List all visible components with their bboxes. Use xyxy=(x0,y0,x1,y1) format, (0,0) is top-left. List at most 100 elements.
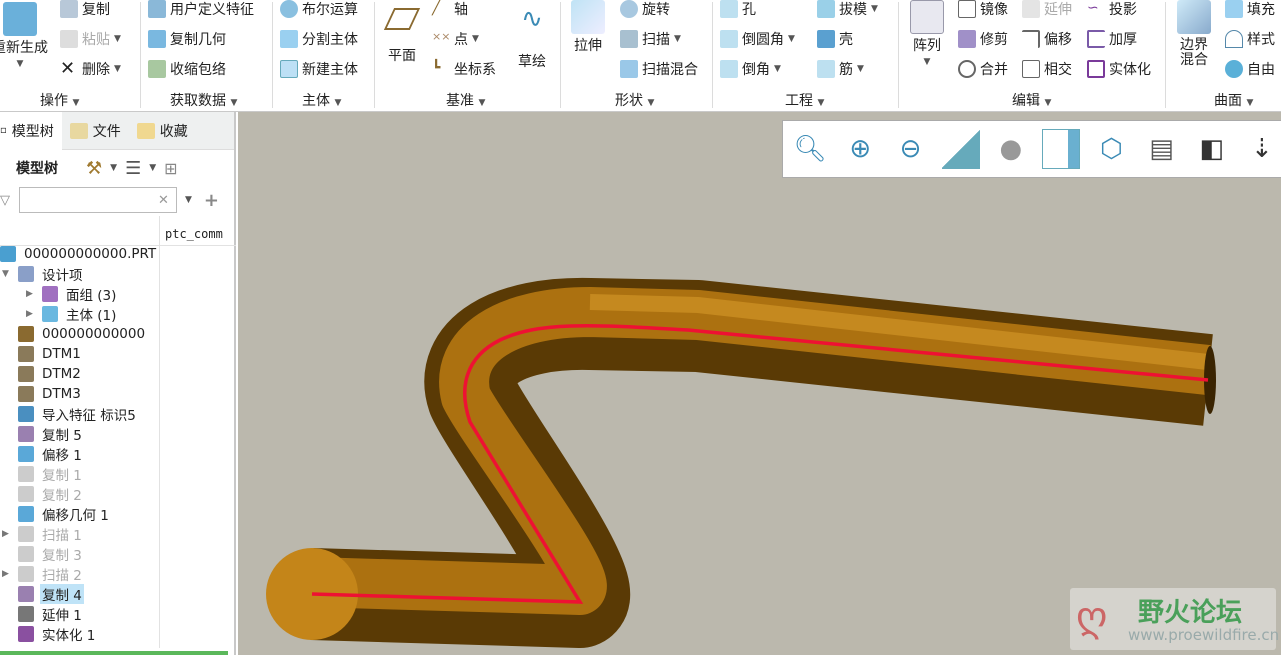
show-list-icon[interactable]: ☰ xyxy=(125,158,141,179)
revolve-button[interactable]: 旋转 xyxy=(620,0,670,20)
zoom-in-icon[interactable]: ⊕ xyxy=(841,129,879,169)
tree-item[interactable]: ▶ 扫描 1 xyxy=(0,524,160,544)
tree-item[interactable]: 复制 4 xyxy=(0,584,160,604)
hole-button[interactable]: 孔 xyxy=(720,0,756,20)
tree-item[interactable]: 复制 1 xyxy=(0,464,160,484)
repaint-icon[interactable] xyxy=(941,129,980,169)
axis-button[interactable]: ╱ 轴 xyxy=(432,0,468,20)
shrinkwrap-button[interactable]: 收缩包络 xyxy=(148,58,226,80)
settings-dropdown[interactable]: ▼ xyxy=(110,163,117,173)
draft-button[interactable]: 拔模 ▼ xyxy=(817,0,878,20)
refit-icon[interactable]: 🔍︎ xyxy=(791,129,829,169)
point-button[interactable]: ×× 点 ▼ xyxy=(432,28,479,50)
group-engineering[interactable]: 工程 ▼ xyxy=(785,90,824,110)
copy-icon xyxy=(18,426,34,442)
copy-geometry-button[interactable]: 复制几何 xyxy=(148,28,226,50)
tree-item[interactable]: ▼ 设计项 xyxy=(0,264,160,284)
shell-button[interactable]: 壳 xyxy=(817,28,853,50)
group-edit[interactable]: 编辑 ▼ xyxy=(1012,90,1051,110)
column-header[interactable]: ptc_comm xyxy=(0,224,236,246)
pattern-button[interactable]: 阵列 ▼ xyxy=(906,0,948,70)
settings-tools-icon[interactable]: ⚒ xyxy=(86,158,102,179)
csys-icon: ┗ xyxy=(432,60,441,76)
group-surface[interactable]: 曲面 ▼ xyxy=(1214,90,1253,110)
style-button[interactable]: 样式 xyxy=(1225,28,1275,50)
tree-item[interactable]: 实体化 1 xyxy=(0,624,160,644)
solidify-button[interactable]: 实体化 xyxy=(1087,58,1151,80)
group-ops[interactable]: 操作 ▼ xyxy=(40,90,79,110)
filter-dropdown[interactable]: ▼ xyxy=(185,195,192,205)
offset-button[interactable]: 偏移 xyxy=(1022,28,1072,50)
sweep-button[interactable]: 扫描 ▼ xyxy=(620,28,681,50)
udf-button[interactable]: 用户定义特征 xyxy=(148,0,254,20)
show-dropdown[interactable]: ▼ xyxy=(149,163,156,173)
csys-button[interactable]: ┗ 坐标系 xyxy=(432,58,496,80)
chamfer-button[interactable]: 倒角 ▼ xyxy=(720,58,781,80)
mirror-button[interactable]: 镜像 xyxy=(958,0,1008,20)
swept-blend-button[interactable]: 扫描混合 xyxy=(620,58,698,80)
fill-button[interactable]: 填充 xyxy=(1225,0,1275,20)
tab-model-tree[interactable]: ▫ 模型树 xyxy=(0,111,62,150)
trim-button[interactable]: 修剪 xyxy=(958,28,1008,50)
extrude-button[interactable]: 拉伸 xyxy=(568,0,608,54)
rib-button[interactable]: 筋 ▼ xyxy=(817,58,864,80)
perspective-icon[interactable]: ◧ xyxy=(1193,129,1231,169)
point-icon: ×× xyxy=(432,30,451,43)
group-getdata[interactable]: 获取数据 ▼ xyxy=(170,90,237,110)
favorites-icon xyxy=(136,122,155,139)
new-body-button[interactable]: 新建主体 xyxy=(280,58,358,80)
expand-toggle[interactable]: ▶ xyxy=(26,309,33,319)
filter-input[interactable] xyxy=(19,187,177,213)
tree-item[interactable]: 复制 3 xyxy=(0,544,160,564)
freestyle-button[interactable]: 自由 xyxy=(1225,58,1275,80)
expand-toggle[interactable]: ▶ xyxy=(2,569,9,579)
zoom-out-icon[interactable]: ⊖ xyxy=(891,129,929,169)
clear-icon[interactable]: ✕ xyxy=(158,193,169,208)
expand-toggle[interactable]: ▶ xyxy=(2,529,9,539)
boundary-blend-button[interactable]: 边界 混合 xyxy=(1172,0,1216,68)
plane-button[interactable]: 平面 xyxy=(381,2,423,64)
tree-item[interactable]: DTM3 xyxy=(0,384,160,404)
round-button[interactable]: 倒圆角 ▼ xyxy=(720,28,795,50)
view-manager-icon[interactable]: ⬡ xyxy=(1092,129,1130,169)
appearance-gallery-icon[interactable]: ▤ xyxy=(1142,129,1180,169)
expand-toggle[interactable]: ▶ xyxy=(26,289,33,299)
tree-item[interactable]: 导入特征 标识5 xyxy=(0,404,160,424)
tree-item[interactable]: 复制 2 xyxy=(0,484,160,504)
tab-files[interactable]: 文件 xyxy=(62,112,129,150)
tree-item[interactable]: ▶ 主体 (1) xyxy=(0,304,160,324)
tree-item[interactable]: ▶ 面组 (3) xyxy=(0,284,160,304)
copy-button[interactable]: 复制 xyxy=(60,0,110,20)
intersect-button[interactable]: 相交 xyxy=(1022,58,1072,80)
tree-item[interactable]: ▶ 扫描 2 xyxy=(0,564,160,584)
hide-columns-icon[interactable]: ⊞ xyxy=(164,159,177,178)
tree-item[interactable]: 000000000000 xyxy=(0,324,160,344)
group-datum[interactable]: 基准 ▼ xyxy=(446,90,485,110)
tree-item[interactable]: 复制 5 xyxy=(0,424,160,444)
tree-item[interactable]: 000000000000.PRT xyxy=(0,244,160,264)
regenerate-button[interactable]: 重新生成▼ xyxy=(0,2,48,72)
saved-orientations-icon[interactable] xyxy=(1041,129,1081,169)
sketch-button[interactable]: ∿ 草绘 xyxy=(512,2,552,70)
display-style-icon[interactable]: ● xyxy=(992,129,1030,169)
tree-item[interactable]: 偏移几何 1 xyxy=(0,504,160,524)
tab-favorites[interactable]: 收藏 xyxy=(129,112,196,150)
delete-button[interactable]: ✕ 删除 ▼ xyxy=(60,58,121,80)
group-body[interactable]: 主体 ▼ xyxy=(302,90,341,110)
paste-button[interactable]: 粘贴 ▼ xyxy=(60,28,121,50)
boolean-button[interactable]: 布尔运算 xyxy=(280,0,358,20)
tree-item[interactable]: DTM2 xyxy=(0,364,160,384)
thicken-button[interactable]: 加厚 xyxy=(1087,28,1137,50)
tree-item[interactable]: 偏移 1 xyxy=(0,444,160,464)
tree-item[interactable]: DTM1 xyxy=(0,344,160,364)
group-shape[interactable]: 形状 ▼ xyxy=(615,90,654,110)
expand-toggle[interactable]: ▼ xyxy=(2,269,9,279)
section-icon[interactable]: ⇣ xyxy=(1243,129,1281,169)
extend-button[interactable]: 延伸 xyxy=(1022,0,1072,20)
split-body-button[interactable]: 分割主体 xyxy=(280,28,358,50)
graphics-viewport[interactable]: 🔍︎ ⊕ ⊖ ● ⬡ ▤ ◧ ⇣ ღ 野火论坛 www.proewildfire… xyxy=(238,112,1281,655)
merge-button[interactable]: 合并 xyxy=(958,58,1008,80)
add-icon[interactable]: + xyxy=(204,190,219,211)
project-button[interactable]: ∽ 投影 xyxy=(1087,0,1137,20)
tree-item[interactable]: 延伸 1 xyxy=(0,604,160,624)
